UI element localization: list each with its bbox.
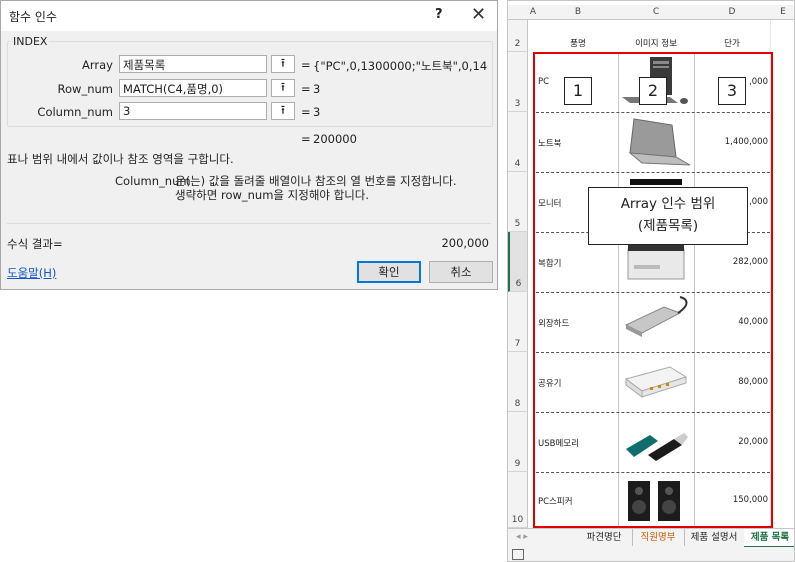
sheet-nav-arrows[interactable]: ◂ ▸ <box>516 529 528 546</box>
sheet-tab-dispatch-list[interactable]: 파견명단 <box>576 529 633 546</box>
column-number-2-label: 2 <box>639 77 667 105</box>
column-number-3-label: 3 <box>718 77 746 105</box>
dialog-titlebar: 함수 인수 ? ✕ <box>1 1 497 31</box>
sheet-tab-product-manual[interactable]: 제품 설명서 <box>684 529 745 546</box>
sheet-view-icon[interactable] <box>512 549 524 560</box>
status-bar <box>508 547 794 561</box>
function-name: INDEX <box>11 35 50 48</box>
header-cell-price[interactable]: 단가 <box>694 37 770 49</box>
row-header-5[interactable]: 5 <box>508 172 528 232</box>
header-cell-image[interactable]: 이미지 정보 <box>618 37 694 49</box>
column-header-c[interactable]: C <box>618 5 695 20</box>
callout-line2: (제품목록) <box>637 218 699 234</box>
row-header-2[interactable]: 2 <box>508 20 528 52</box>
function-arguments-dialog: 함수 인수 ? ✕ INDEX Array 제품목록 ⭱ = {"PC",0,1… <box>0 0 498 290</box>
arg-description-line2: 생략하면 row_num을 지정해야 합니다. <box>175 188 370 202</box>
array-input[interactable]: 제품목록 <box>119 55 267 73</box>
spreadsheet: A B C D E 2 3 4 5 6 7 8 9 10 품명 이미지 정보 단… <box>507 0 795 562</box>
collapse-row-num-button[interactable]: ⭱ <box>271 79 295 97</box>
equals-sign: = <box>301 82 311 96</box>
formula-result-value: 200,000 <box>441 236 489 250</box>
divider <box>7 223 491 224</box>
arg-label-array: Array <box>82 58 113 72</box>
row-num-input[interactable]: MATCH(C4,품명,0) <box>119 79 267 97</box>
column-num-result: 3 <box>313 105 321 119</box>
dialog-title: 함수 인수 <box>9 10 57 24</box>
column-header-b[interactable]: B <box>538 5 619 20</box>
sheet-tab-bar: ◂ ▸ 파견명단 직원명부 제품 설명서 제품 목록 <box>508 528 794 548</box>
array-range-highlight <box>533 52 773 528</box>
help-icon[interactable]: ? <box>435 7 443 22</box>
row-header-9[interactable]: 9 <box>508 412 528 472</box>
ok-button[interactable]: 확인 <box>357 261 421 283</box>
equals-sign: = <box>301 58 311 72</box>
equals-sign: = <box>301 132 311 146</box>
row-num-result: 3 <box>313 82 321 96</box>
row-header-6[interactable]: 6 <box>508 232 528 292</box>
close-icon[interactable]: ✕ <box>471 4 486 25</box>
sheet-tab-employee-roster[interactable]: 직원명부 <box>632 529 685 546</box>
select-all-corner[interactable] <box>508 5 529 20</box>
arg-description-line1: 은(는) 값을 돌려줄 배열이나 참조의 열 번호를 지정합니다. <box>175 174 457 188</box>
help-link[interactable]: 도움말(H) <box>7 265 56 281</box>
function-result: 200000 <box>313 132 357 146</box>
column-header-e[interactable]: E <box>770 5 794 20</box>
collapse-array-button[interactable]: ⭱ <box>271 55 295 73</box>
collapse-column-num-button[interactable]: ⭱ <box>271 102 295 120</box>
function-description: 표나 범위 내에서 값이나 참조 영역을 구합니다. <box>7 152 234 166</box>
arg-label-column-num: Column_num <box>37 105 113 119</box>
array-range-callout: Array 인수 범위 (제품목록) <box>588 187 748 245</box>
row-header-4[interactable]: 4 <box>508 112 528 172</box>
column-num-input[interactable]: 3 <box>119 102 267 120</box>
cancel-button[interactable]: 취소 <box>429 261 493 283</box>
callout-line1: Array 인수 범위 <box>620 196 716 212</box>
column-number-1-label: 1 <box>564 77 592 105</box>
formula-result-label: 수식 결과= <box>7 237 63 251</box>
row-header-10[interactable]: 10 <box>508 472 528 528</box>
header-cell-name[interactable]: 품명 <box>538 37 618 49</box>
row-header-8[interactable]: 8 <box>508 352 528 412</box>
arg-description: 은(는) 값을 돌려줄 배열이나 참조의 열 번호를 지정합니다. 생략하면 r… <box>175 174 475 202</box>
sheet-tab-product-list[interactable]: 제품 목록 <box>744 529 794 548</box>
arg-label-row-num: Row_num <box>57 82 113 96</box>
array-result: {"PC",0,1300000;"노트북",0,140000( <box>313 59 488 73</box>
row-header-7[interactable]: 7 <box>508 292 528 352</box>
equals-sign: = <box>301 105 311 119</box>
column-header-d[interactable]: D <box>694 5 771 20</box>
row-header-3[interactable]: 3 <box>508 52 528 112</box>
